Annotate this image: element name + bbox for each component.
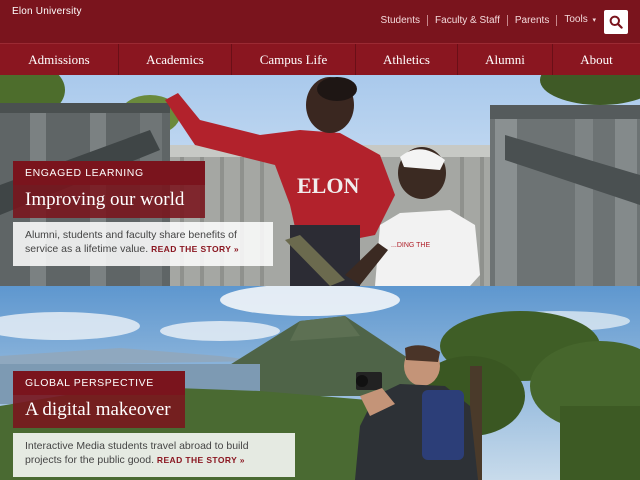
nav-admissions[interactable]: Admissions (0, 44, 119, 75)
search-button[interactable] (604, 10, 628, 34)
nav-athletics[interactable]: Athletics (356, 44, 458, 75)
shirt-logo-text: ELON (297, 173, 359, 198)
utility-link-students[interactable]: Students (374, 14, 429, 26)
story-eyebrow: GLOBAL PERSPECTIVE (13, 371, 185, 395)
search-icon (609, 15, 623, 29)
story-panel-global-perspective[interactable]: GLOBAL PERSPECTIVE A digital makeover In… (0, 286, 640, 480)
story-eyebrow: ENGAGED LEARNING (13, 161, 205, 185)
story-headline[interactable]: A digital makeover (13, 395, 185, 428)
top-bar: Elon University Students Faculty & Staff… (0, 0, 640, 43)
story-description: Interactive Media students travel abroad… (13, 433, 295, 477)
tools-label: Tools (564, 14, 588, 25)
nav-campus-life[interactable]: Campus Life (232, 44, 356, 75)
utility-nav: Students Faculty & Staff Parents Tools ▾ (374, 14, 596, 26)
brand-logo[interactable]: Elon University (12, 6, 82, 17)
read-the-story-link[interactable]: READ THE STORY » (157, 455, 245, 465)
utility-link-tools[interactable]: Tools ▾ (557, 14, 596, 26)
shirt2-text: ...DING THE (391, 242, 430, 249)
story-headline[interactable]: Improving our world (13, 185, 205, 218)
main-nav: Admissions Academics Campus Life Athleti… (0, 43, 640, 75)
read-the-story-link[interactable]: READ THE STORY » (151, 244, 239, 254)
story-panel-engaged-learning[interactable]: ELON ...DING THE ENGAGED LEARNING Improv… (0, 75, 640, 286)
nav-alumni[interactable]: Alumni (458, 44, 553, 75)
chevron-down-icon: ▾ (592, 17, 596, 24)
nav-about[interactable]: About (553, 44, 640, 75)
story-description: Alumni, students and faculty share benef… (13, 222, 273, 266)
nav-academics[interactable]: Academics (119, 44, 232, 75)
utility-link-faculty-staff[interactable]: Faculty & Staff (428, 14, 508, 26)
utility-link-parents[interactable]: Parents (508, 14, 558, 26)
